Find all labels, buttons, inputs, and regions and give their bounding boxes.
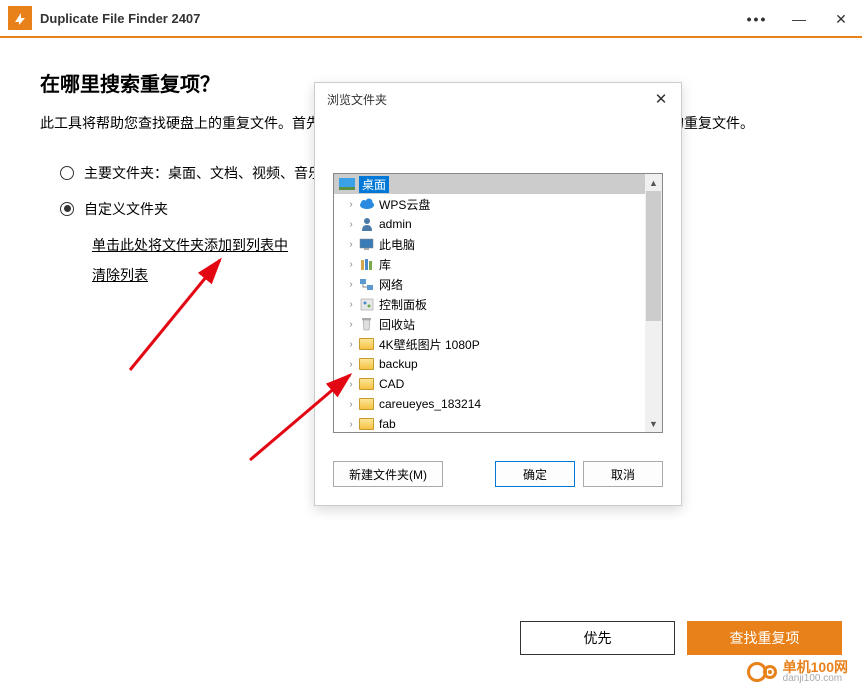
tree-item-label: fab (379, 417, 396, 431)
footer-buttons: 优先 查找重复项 (520, 621, 842, 655)
expand-icon[interactable]: › (344, 199, 358, 210)
expand-icon[interactable]: › (344, 399, 358, 410)
tree-item-label: 控制面板 (379, 296, 427, 313)
folder-icon (358, 357, 375, 372)
expand-icon[interactable]: › (344, 239, 358, 250)
ok-button[interactable]: 确定 (495, 461, 575, 487)
new-folder-button[interactable]: 新建文件夹(M) (333, 461, 443, 487)
browse-folder-dialog: 浏览文件夹 ✕ 桌面 ›WPS云盘›admin›此电脑›库›网络›控制面板›回收… (314, 82, 682, 506)
watermark-text: 单机100网 danji100.com (783, 660, 848, 684)
cp-icon (358, 297, 375, 312)
tree-item-label: admin (379, 217, 412, 231)
tree-item[interactable]: › 网络 (334, 274, 662, 294)
app-title: Duplicate File Finder 2407 (40, 11, 200, 26)
desktop-icon (338, 177, 355, 192)
expand-icon[interactable]: › (344, 359, 358, 370)
window-controls: ••• — ✕ (736, 0, 862, 38)
cancel-button[interactable]: 取消 (583, 461, 663, 487)
tree-item[interactable]: › fab (334, 414, 662, 433)
lib-icon (358, 257, 375, 272)
tree-scrollbar[interactable]: ▲ ▼ (645, 174, 662, 432)
tree-item[interactable]: › WPS云盘 (334, 194, 662, 214)
scroll-up-icon[interactable]: ▲ (645, 174, 662, 191)
expand-icon[interactable]: › (344, 379, 358, 390)
tree-item-label: 回收站 (379, 316, 415, 333)
expand-icon[interactable]: › (344, 279, 358, 290)
tree-item-label: 库 (379, 256, 391, 273)
expand-icon[interactable]: › (344, 419, 358, 430)
tree-item-label: 4K壁纸图片 1080P (379, 336, 480, 353)
dialog-close-button[interactable]: ✕ (645, 85, 677, 113)
pc-icon (358, 237, 375, 252)
tree-item[interactable]: › 4K壁纸图片 1080P (334, 334, 662, 354)
close-button[interactable]: ✕ (820, 0, 862, 38)
watermark-cn: 单机100网 (783, 660, 848, 674)
tree-label: 桌面 (359, 176, 389, 193)
cloud-icon (358, 197, 375, 212)
scroll-thumb[interactable] (646, 191, 661, 321)
dialog-title: 浏览文件夹 (327, 91, 387, 108)
watermark: 单机100网 danji100.com (747, 660, 848, 684)
expand-icon[interactable]: › (344, 299, 358, 310)
tree-item[interactable]: › 此电脑 (334, 234, 662, 254)
dialog-titlebar: 浏览文件夹 ✕ (315, 83, 681, 115)
radio-label: 主要文件夹：桌面、文档、视频、音乐 (84, 163, 322, 183)
folder-icon (358, 337, 375, 352)
folder-icon (358, 377, 375, 392)
tree-item-label: 此电脑 (379, 236, 415, 253)
tree-item-label: CAD (379, 377, 404, 391)
priority-button[interactable]: 优先 (520, 621, 675, 655)
net-icon (358, 277, 375, 292)
tree-item-label: careueyes_183214 (379, 397, 481, 411)
expand-icon[interactable]: › (344, 339, 358, 350)
bin-icon (358, 317, 375, 332)
tree-item[interactable]: › backup (334, 354, 662, 374)
tree-item[interactable]: ›库 (334, 254, 662, 274)
tree-item[interactable]: › careueyes_183214 (334, 394, 662, 414)
tree-item[interactable]: › 回收站 (334, 314, 662, 334)
watermark-en: danji100.com (783, 674, 848, 684)
expand-icon[interactable]: › (344, 259, 358, 270)
folder-tree[interactable]: 桌面 ›WPS云盘›admin›此电脑›库›网络›控制面板›回收站›4K壁纸图片… (333, 173, 663, 433)
tree-item[interactable]: › 控制面板 (334, 294, 662, 314)
radio-icon-checked (60, 202, 74, 216)
titlebar: Duplicate File Finder 2407 ••• — ✕ (0, 0, 862, 38)
more-button[interactable]: ••• (736, 0, 778, 38)
user-icon (358, 217, 375, 232)
folder-icon (358, 417, 375, 432)
watermark-logo-icon (747, 662, 777, 682)
find-duplicates-button[interactable]: 查找重复项 (687, 621, 842, 655)
expand-icon[interactable]: › (344, 219, 358, 230)
dialog-buttons: 新建文件夹(M) 确定 取消 (315, 449, 681, 505)
app-icon (8, 6, 32, 30)
tree-item-label: 网络 (379, 276, 403, 293)
tree-root-desktop[interactable]: 桌面 (334, 174, 662, 194)
tree-item[interactable]: › admin (334, 214, 662, 234)
radio-icon (60, 166, 74, 180)
expand-icon[interactable]: › (344, 319, 358, 330)
tree-item-label: WPS云盘 (379, 196, 430, 213)
radio-label: 自定义文件夹 (84, 199, 168, 219)
tree-item[interactable]: › CAD (334, 374, 662, 394)
scroll-down-icon[interactable]: ▼ (645, 415, 662, 432)
tree-item-label: backup (379, 357, 418, 371)
minimize-button[interactable]: — (778, 0, 820, 38)
folder-icon (358, 397, 375, 412)
